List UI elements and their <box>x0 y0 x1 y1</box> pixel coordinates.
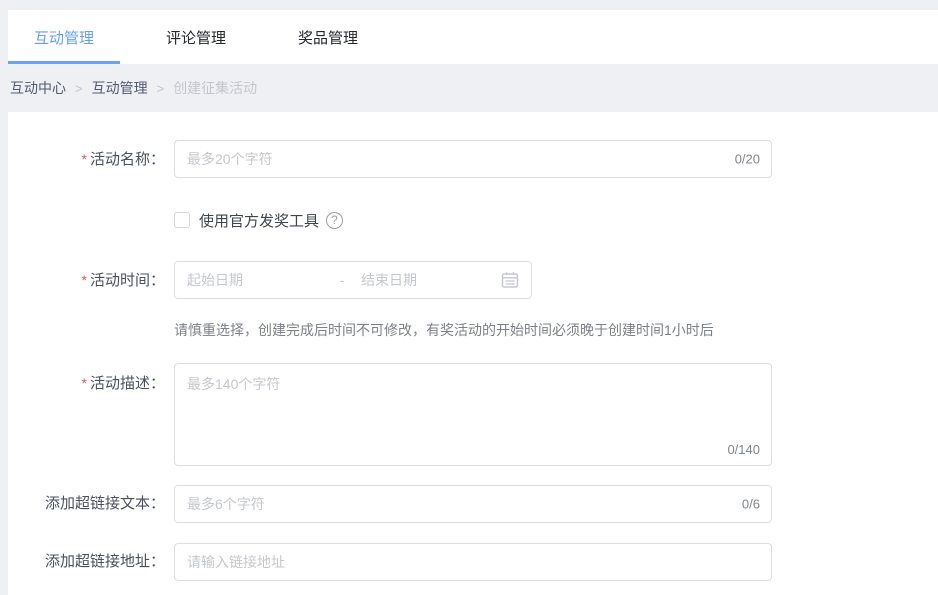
link-url-input[interactable] <box>174 543 772 581</box>
tab-prize-management[interactable]: 奖品管理 <box>272 10 384 64</box>
tab-comment-management[interactable]: 评论管理 <box>140 10 252 64</box>
official-tool-label: 使用官方发奖工具 <box>199 210 319 231</box>
link-text-wrap: 0/6 <box>174 485 772 523</box>
date-range-separator: - <box>331 272 353 288</box>
activity-description-wrap: 0/140 <box>174 363 772 466</box>
question-circle-icon[interactable]: ? <box>326 212 343 229</box>
breadcrumb-item-create-activity: 创建征集活动 <box>173 78 257 98</box>
link-url-wrap <box>174 543 772 581</box>
official-tool-row: 使用官方发奖工具 ? <box>8 211 938 229</box>
official-tool-checkbox[interactable] <box>174 212 190 228</box>
chevron-right-icon: > <box>75 81 83 96</box>
link-text-label: 添加超链接文本： <box>8 494 174 514</box>
activity-name-label: *活动名称： <box>8 149 174 170</box>
activity-name-wrap: 0/20 <box>174 140 772 178</box>
create-activity-form: *活动名称： 0/20 使用官方发奖工具 ? *活动时间： 起始日期 - 结束日… <box>8 112 938 595</box>
required-mark: * <box>82 375 87 391</box>
activity-description-row: *活动描述： 0/140 <box>8 363 938 466</box>
start-date-input[interactable]: 起始日期 <box>187 270 331 290</box>
date-range-picker[interactable]: 起始日期 - 结束日期 <box>174 261 532 299</box>
tab-bar: 互动管理 评论管理 奖品管理 <box>8 10 938 64</box>
required-mark: * <box>82 272 87 288</box>
link-url-row: 添加超链接地址： <box>8 543 938 581</box>
required-mark: * <box>82 151 87 167</box>
chevron-right-icon: > <box>157 81 165 96</box>
breadcrumb: 互动中心 > 互动管理 > 创建征集活动 <box>0 64 938 112</box>
end-date-input[interactable]: 结束日期 <box>361 270 501 290</box>
link-text-row: 添加超链接文本： 0/6 <box>8 485 938 523</box>
activity-time-row: *活动时间： 起始日期 - 结束日期 <box>8 261 938 299</box>
breadcrumb-item-interaction-management[interactable]: 互动管理 <box>92 78 148 98</box>
link-text-input[interactable] <box>174 485 772 523</box>
activity-time-hint: 请慎重选择，创建完成后时间不可修改，有奖活动的开始时间必须晚于创建时间1小时后 <box>174 320 938 340</box>
active-tab-underline <box>8 61 120 64</box>
activity-description-label: *活动描述： <box>8 363 174 394</box>
tab-interaction-management[interactable]: 互动管理 <box>8 10 120 64</box>
activity-name-input[interactable] <box>174 140 772 178</box>
breadcrumb-item-interaction-center[interactable]: 互动中心 <box>10 78 66 98</box>
calendar-icon[interactable] <box>501 271 519 289</box>
link-url-label: 添加超链接地址： <box>8 552 174 572</box>
tab-label: 奖品管理 <box>298 27 358 48</box>
activity-time-label: *活动时间： <box>8 270 174 291</box>
activity-description-input[interactable] <box>174 363 772 466</box>
tab-label: 评论管理 <box>166 27 226 48</box>
activity-name-row: *活动名称： 0/20 <box>8 140 938 178</box>
tab-label: 互动管理 <box>34 27 94 48</box>
